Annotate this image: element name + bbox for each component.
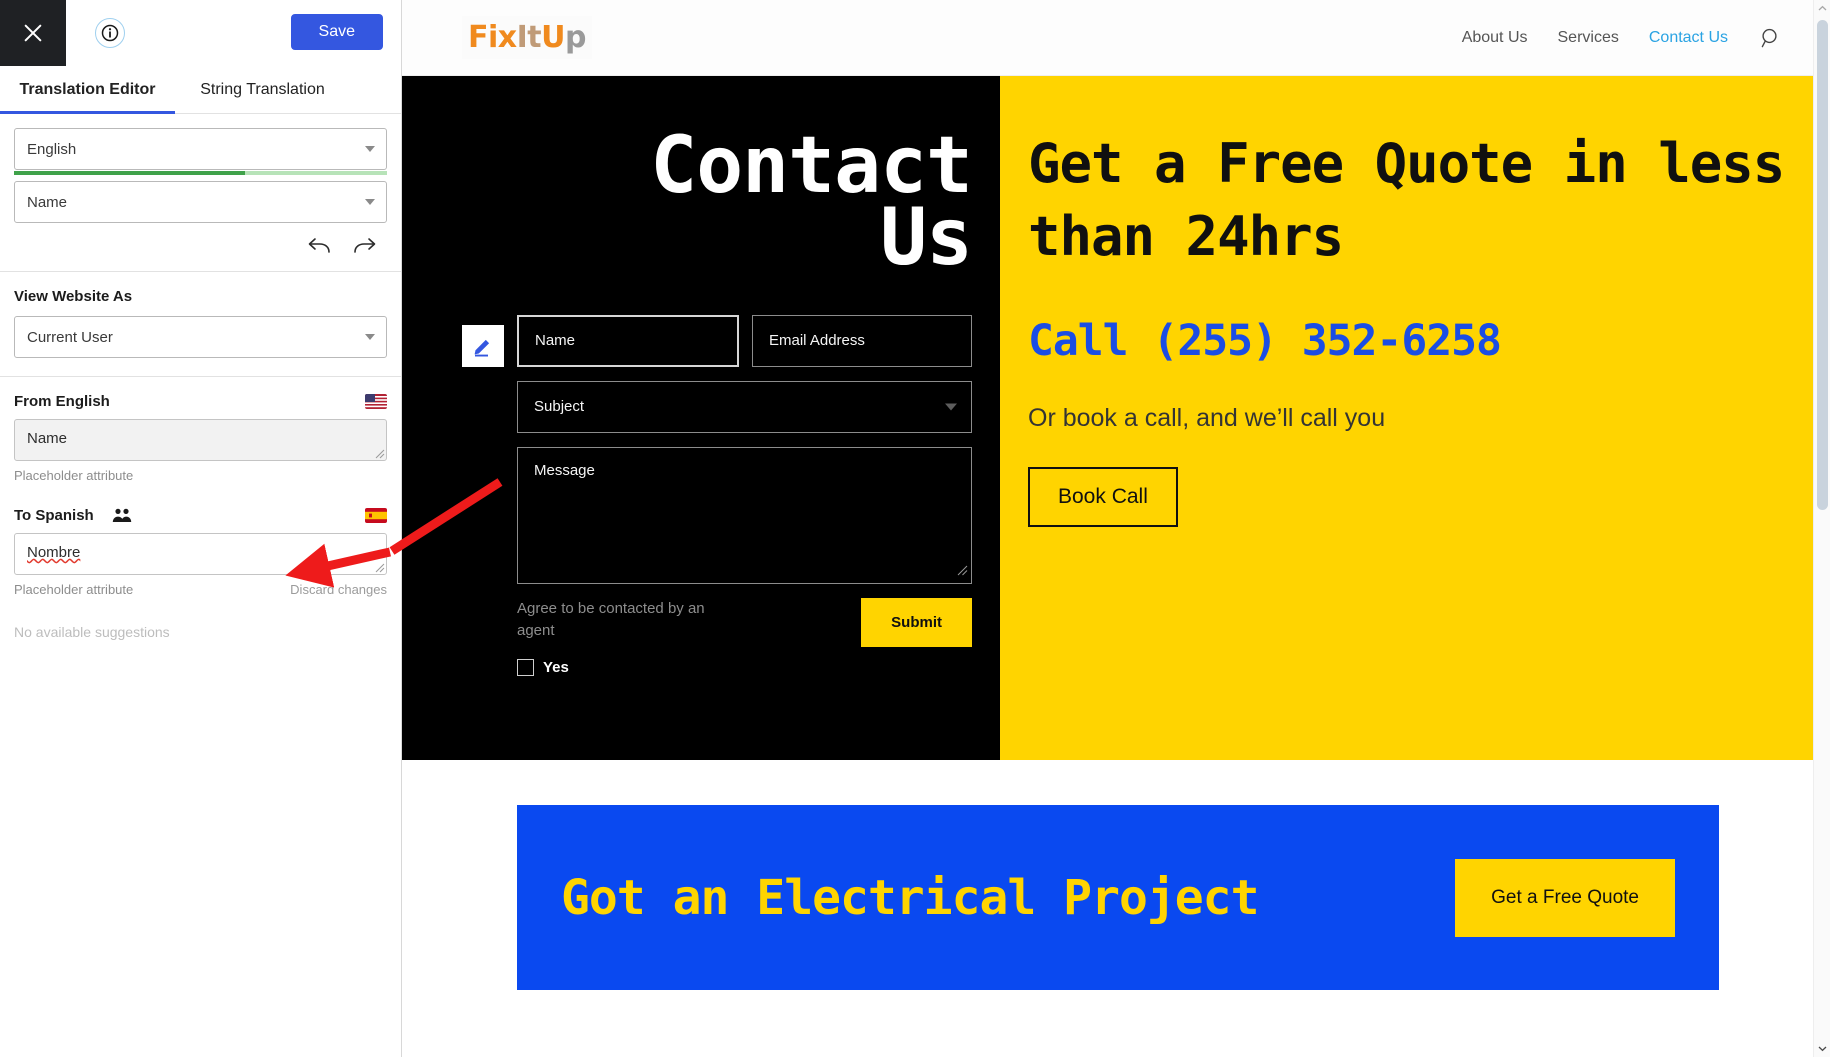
source-textarea: Name [14, 419, 387, 461]
nav-link-contact-us[interactable]: Contact Us [1649, 29, 1728, 47]
view-website-as-label: View Website As [14, 288, 133, 305]
consent-checkbox-row: Yes [517, 658, 1000, 676]
chevron-down-icon [365, 146, 375, 152]
language-select[interactable]: English [14, 128, 387, 170]
site-header: FixItUp About Us Services Contact Us [402, 0, 1830, 76]
tab-translation-editor[interactable]: Translation Editor [0, 66, 175, 114]
chevron-down-icon [365, 334, 375, 340]
chevron-down-icon [945, 403, 957, 410]
redo-arrow-icon[interactable] [353, 237, 377, 257]
us-flag-icon [365, 394, 387, 409]
source-meta: Placeholder attribute [14, 468, 134, 483]
pencil-edit-icon[interactable] [462, 324, 504, 367]
view-website-as-value: Current User [27, 328, 113, 346]
target-language-section: To Spanish Nombre Placeholder attribute … [0, 493, 401, 650]
language-select-value: English [27, 140, 77, 158]
logo-part-fix: Fix [468, 20, 517, 55]
promo-subline: Or book a call, and we’ll call you [1028, 403, 1386, 432]
cta-banner-title: Got an Electrical Project [561, 869, 1259, 926]
logo-part-u: U [541, 20, 566, 55]
site-logo[interactable]: FixItUp [462, 16, 593, 59]
subject-select-value: Subject [534, 398, 585, 415]
users-icon[interactable] [112, 508, 132, 523]
undo-redo-row [0, 223, 401, 272]
nav-link-about-us[interactable]: About Us [1462, 29, 1528, 47]
sidebar-body: English Name View Website As Current Use… [0, 114, 401, 650]
source-meta-row: Placeholder attribute [14, 468, 387, 483]
form-row-1: Name Email Address [517, 314, 1000, 367]
source-label: From English [14, 393, 110, 410]
source-label-row: From English [14, 393, 387, 410]
chevron-down-icon [365, 199, 375, 205]
view-website-as-section: View Website As Current User [0, 272, 401, 377]
logo-part-it: It [516, 20, 542, 55]
message-textarea[interactable]: Message [517, 446, 972, 584]
subject-select[interactable]: Subject [517, 380, 972, 433]
target-label-row: To Spanish [14, 507, 387, 524]
string-select[interactable]: Name [14, 181, 387, 223]
search-icon[interactable] [1760, 27, 1782, 49]
source-text-wrap: Name [14, 419, 387, 461]
target-meta-row: Placeholder attribute Discard changes [14, 582, 387, 597]
hero-section: Contact Us Name Email Address Subject Me… [402, 76, 1830, 760]
chevron-up-icon[interactable] [1814, 0, 1830, 17]
page-title-line1: Contact [650, 121, 973, 211]
translation-editor-screen: Save Translation Editor String Translati… [0, 0, 1830, 1057]
consent-checkbox-label: Yes [543, 658, 569, 676]
language-select-wrap: English [0, 114, 401, 175]
page-title: Contact Us [402, 76, 1000, 283]
save-button[interactable]: Save [290, 14, 383, 50]
wpml-translation-sidebar: Save Translation Editor String Translati… [0, 0, 402, 1057]
submit-button[interactable]: Submit [861, 597, 972, 647]
info-icon[interactable] [95, 18, 125, 48]
get-free-quote-button[interactable]: Get a Free Quote [1455, 858, 1675, 937]
site-nav: About Us Services Contact Us [1462, 27, 1830, 49]
book-call-button[interactable]: Book Call [1028, 466, 1178, 527]
target-text-value: Nombre [27, 544, 81, 561]
logo-part-p: p [565, 20, 587, 55]
website-preview: FixItUp About Us Services Contact Us Con… [402, 0, 1830, 1057]
hero-left-black-panel: Contact Us Name Email Address Subject Me… [402, 76, 1000, 760]
cta-banner: Got an Electrical Project Get a Free Quo… [517, 805, 1719, 990]
source-language-section: From English Name Placeholder attribute [0, 377, 401, 493]
page-scrollbar[interactable] [1813, 0, 1830, 1057]
close-icon[interactable] [0, 0, 66, 66]
sidebar-tabs: Translation Editor String Translation [0, 66, 401, 114]
page-title-line2: Us [880, 192, 973, 283]
promo-phone[interactable]: Call (255) 352-6258 [1028, 316, 1830, 366]
translation-progress-bar [14, 171, 387, 175]
undo-arrow-icon[interactable] [307, 237, 331, 257]
string-select-value: Name [27, 193, 68, 211]
consent-text: Agree to be contacted by an agent [517, 599, 705, 640]
sidebar-topbar: Save [0, 0, 401, 66]
consent-checkbox[interactable] [517, 658, 534, 676]
target-text-wrap: Nombre [14, 533, 387, 575]
nav-link-services[interactable]: Services [1558, 29, 1619, 47]
scrollbar-thumb[interactable] [1817, 20, 1828, 510]
email-input[interactable]: Email Address [752, 314, 972, 367]
discard-changes-button[interactable]: Discard changes [290, 582, 387, 597]
target-textarea[interactable]: Nombre [14, 533, 387, 575]
view-website-as-select[interactable]: Current User [14, 316, 387, 358]
promo-headline: Get a Free Quote in less than 24hrs [1028, 132, 1785, 268]
hero-right-yellow-panel: Get a Free Quote in less than 24hrs Call… [1000, 76, 1830, 760]
es-flag-icon [365, 508, 387, 523]
target-meta: Placeholder attribute [14, 582, 134, 597]
no-suggestions-text: No available suggestions [14, 624, 170, 640]
chevron-down-icon[interactable] [1814, 1040, 1830, 1057]
target-label: To Spanish [14, 507, 94, 524]
string-select-wrap: Name [0, 175, 401, 223]
consent-row: Agree to be contacted by an agent Submit [517, 597, 972, 647]
name-input[interactable]: Name [517, 314, 739, 367]
contact-form: Name Email Address Subject Message Agree… [402, 314, 1000, 676]
message-placeholder: Message [534, 461, 595, 479]
resize-grip-icon [955, 563, 968, 580]
tab-string-translation[interactable]: String Translation [175, 66, 350, 113]
